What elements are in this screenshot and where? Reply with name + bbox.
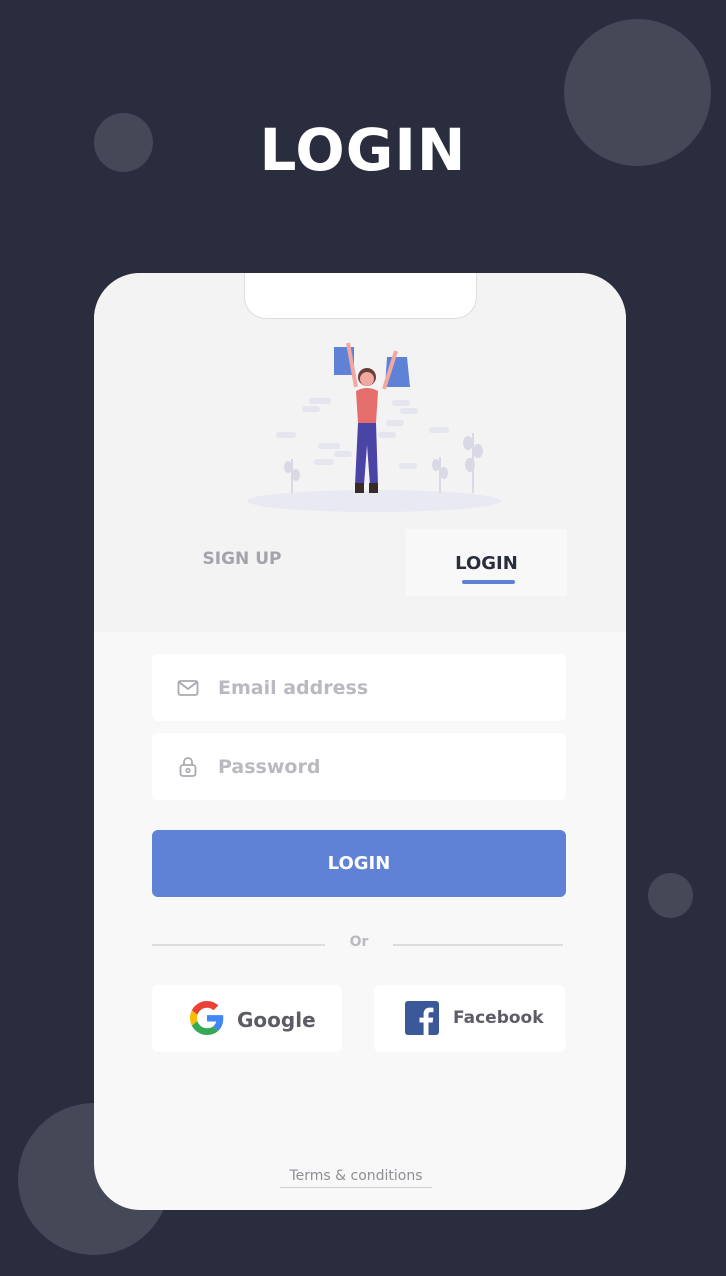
- tab-sign-up[interactable]: SIGN UP: [166, 529, 318, 596]
- divider-line: [393, 944, 563, 946]
- facebook-logo-icon: [405, 1001, 439, 1035]
- facebook-label: Facebook: [453, 1008, 544, 1028]
- phone-notch: [244, 273, 477, 319]
- divider-line: [152, 944, 325, 946]
- phone-header: SIGN UP LOGIN: [94, 273, 626, 632]
- password-input[interactable]: [218, 733, 548, 800]
- login-button[interactable]: LOGIN: [152, 830, 566, 897]
- background-bubble: [648, 873, 693, 918]
- password-field[interactable]: [152, 733, 566, 800]
- active-tab-indicator: [462, 580, 515, 584]
- lock-icon: [179, 757, 197, 777]
- shopping-woman-illustration: [247, 342, 501, 512]
- google-login-button[interactable]: Google: [152, 985, 342, 1052]
- google-logo-icon: [190, 1001, 224, 1035]
- terms-link[interactable]: Terms & conditions: [280, 1168, 432, 1188]
- page-title: LOGIN: [259, 116, 467, 184]
- google-label: Google: [237, 1008, 316, 1032]
- tab-login-label: LOGIN: [455, 553, 518, 574]
- email-field[interactable]: [152, 654, 566, 721]
- divider-text: Or: [349, 934, 369, 950]
- tab-login[interactable]: LOGIN: [406, 529, 567, 596]
- mail-icon: [177, 680, 199, 696]
- phone-frame: SIGN UP LOGIN LOGIN Or Google: [94, 273, 626, 1210]
- email-input[interactable]: [218, 654, 548, 721]
- facebook-login-button[interactable]: Facebook: [374, 985, 565, 1052]
